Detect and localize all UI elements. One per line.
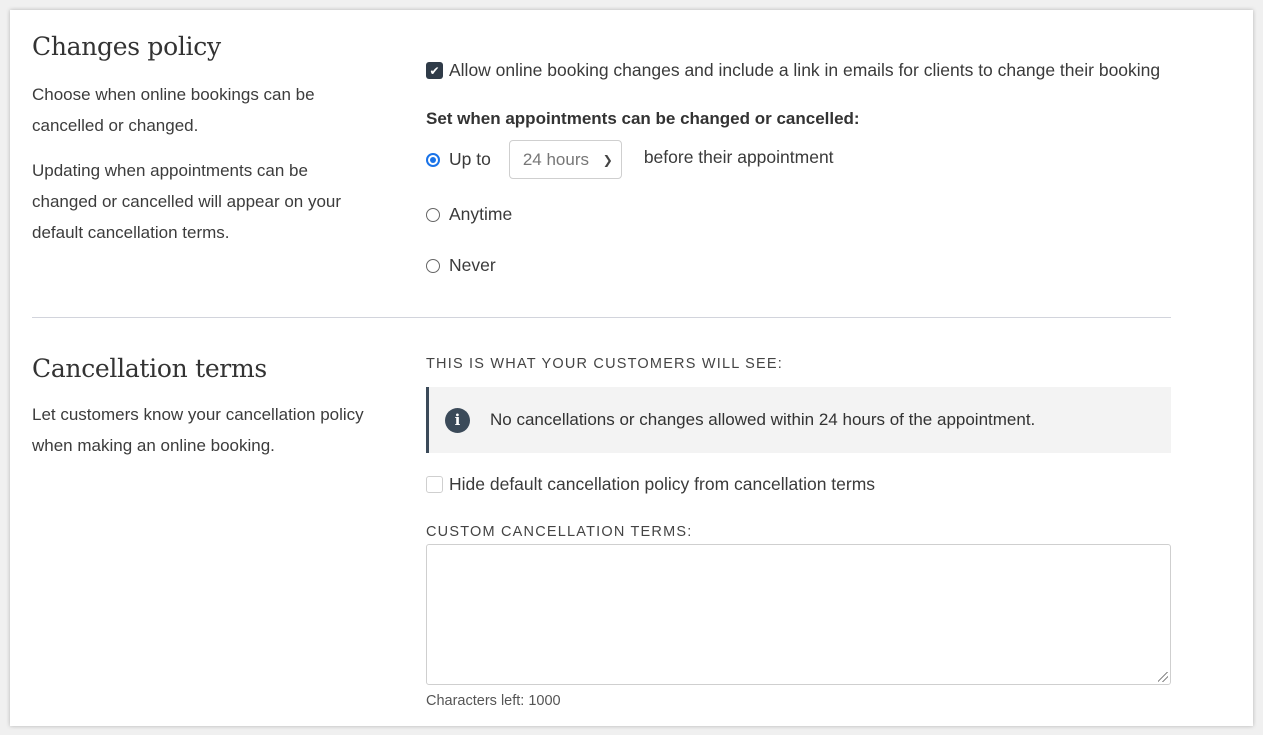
settings-card: Changes policy Choose when online bookin… [10,10,1253,726]
radio-up-to-label[interactable]: Up to [449,149,491,170]
custom-terms-textarea[interactable] [426,544,1171,685]
cancellation-preview-text: No cancellations or changes allowed with… [490,410,1036,429]
radio-up-to-row: Up to 24 hours ❯ before their appointmen… [426,140,834,179]
cancellation-preview-box: i No cancellations or changes allowed wi… [426,387,1171,453]
cancellation-terms-title: Cancellation terms [32,354,267,383]
changes-policy-title: Changes policy [32,32,221,61]
preview-label: THIS IS WHAT YOUR CUSTOMERS WILL SEE: [426,356,784,372]
hide-default-checkbox[interactable] [426,476,443,493]
hide-default-row[interactable]: Hide default cancellation policy from ca… [426,474,875,495]
cancellation-terms-section: Cancellation terms Let customers know yo… [32,350,1171,720]
characters-left: Characters left: 1000 [426,693,561,709]
hours-select[interactable]: 24 hours ❯ [508,140,622,179]
radio-never-label[interactable]: Never [449,255,496,276]
hide-default-label: Hide default cancellation policy from ca… [449,474,876,494]
hours-select-value: 24 hours [522,149,589,169]
radio-anytime-row: Anytime [426,204,512,225]
allow-changes-row[interactable]: ✔ Allow online booking changes and inclu… [426,60,1160,81]
changes-policy-intro: Changes policy Choose when online bookin… [32,32,392,248]
radio-anytime[interactable] [426,207,440,222]
radio-never-row: Never [426,255,496,276]
allow-changes-label: Allow online booking changes and include… [449,60,1161,80]
cancellation-terms-desc: Let customers know your cancellation pol… [32,405,364,455]
radio-never[interactable] [426,258,440,273]
cancellation-terms-intro: Cancellation terms Let customers know yo… [32,350,392,461]
changes-policy-desc-1: Choose when online bookings can be cance… [32,85,315,135]
radio-up-to[interactable] [426,152,440,167]
section-divider [32,317,1171,318]
chevron-down-icon: ❯ [602,152,613,167]
allow-changes-checkbox[interactable]: ✔ [426,62,443,79]
changes-policy-desc-2: Updating when appointments can be change… [32,161,342,242]
radio-anytime-label[interactable]: Anytime [449,204,512,225]
custom-terms-label: CUSTOM CANCELLATION TERMS: [426,524,693,540]
resize-handle-icon[interactable] [1158,672,1168,682]
set-when-label: Set when appointments can be changed or … [426,109,860,128]
changes-policy-section: Changes policy Choose when online bookin… [32,32,1171,318]
info-icon: i [445,407,470,433]
before-appointment-text: before their appointment [643,147,834,167]
